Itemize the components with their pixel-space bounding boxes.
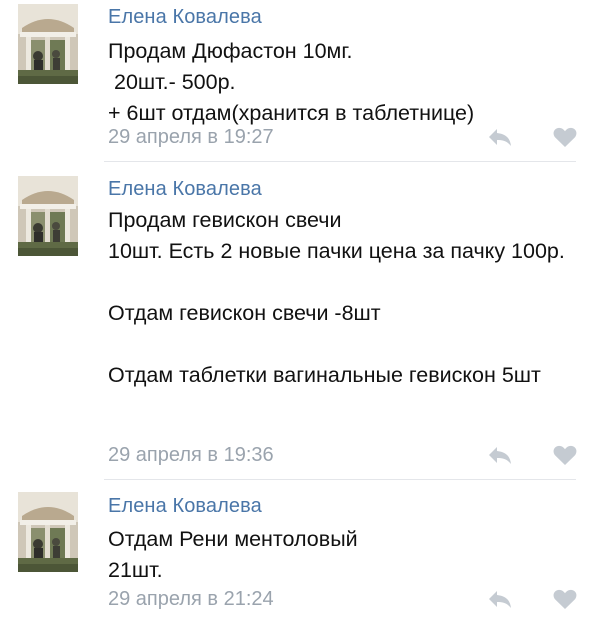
reply-arrow-icon[interactable] <box>486 125 514 149</box>
comment-date: 29 апреля в 21:24 <box>108 588 274 610</box>
avatar[interactable] <box>18 492 78 572</box>
comment-date: 29 апреля в 19:36 <box>108 444 274 466</box>
comment-text: Продам Дюфастон 10мг. 20шт.- 500р. + 6шт… <box>108 39 475 125</box>
gazebo-photo-avatar <box>18 176 78 256</box>
divider <box>104 479 576 480</box>
avatar[interactable] <box>18 176 78 256</box>
heart-icon[interactable] <box>552 587 578 611</box>
reply-arrow-icon[interactable] <box>486 443 514 467</box>
reply-arrow-icon[interactable] <box>486 587 514 611</box>
avatar[interactable] <box>18 4 78 84</box>
comment-date: 29 апреля в 19:27 <box>108 126 274 148</box>
comment-author[interactable]: Елена Ковалева <box>108 6 262 29</box>
comment-text: Продам гевискон свечи 10шт. Есть 2 новые… <box>108 208 565 387</box>
heart-icon[interactable] <box>552 443 578 467</box>
gazebo-photo-avatar <box>18 492 78 572</box>
gazebo-photo-avatar <box>18 4 78 84</box>
heart-icon[interactable] <box>552 125 578 149</box>
comment-text: Отдам Рени ментоловый 21шт. <box>108 527 358 582</box>
divider <box>104 161 576 162</box>
comment-author[interactable]: Елена Ковалева <box>108 495 262 518</box>
comment-author[interactable]: Елена Ковалева <box>108 178 262 201</box>
